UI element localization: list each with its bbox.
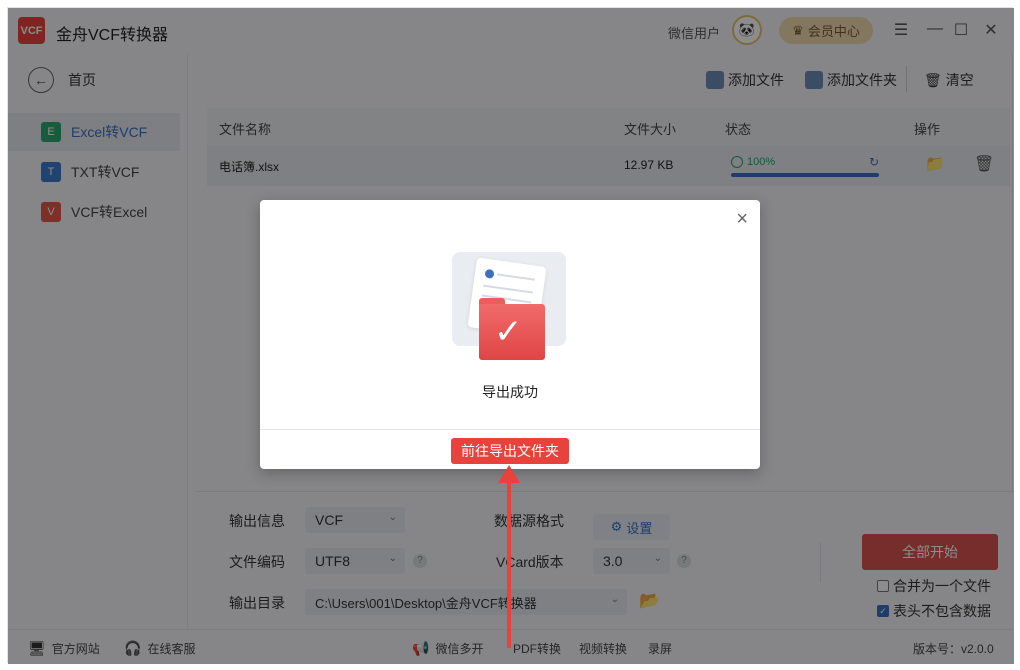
success-message: 导出成功 xyxy=(482,384,538,400)
open-export-folder-button[interactable]: 前往导出文件夹 xyxy=(451,438,569,464)
dialog-divider xyxy=(260,429,760,430)
dialog-close-icon[interactable]: × xyxy=(736,208,748,231)
export-success-dialog: × ✓ 导出成功 前往导出文件夹 xyxy=(260,200,760,469)
annotation-arrow-head xyxy=(498,465,520,483)
annotation-arrow xyxy=(507,478,511,648)
checkmark-icon: ✓ xyxy=(494,313,523,351)
export-success-illustration: ✓ xyxy=(452,252,566,360)
